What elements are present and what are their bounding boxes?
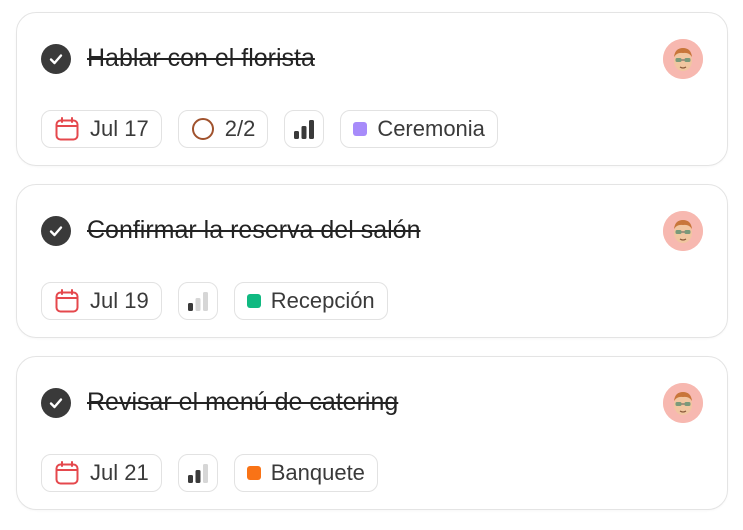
task-meta: Jul 17 2/2 Ceremonia [41, 109, 498, 149]
tag-color-swatch [246, 466, 261, 480]
tag-label: Recepción [270, 288, 375, 313]
task-card[interactable]: Confirmar la reserva del salón Jul 19 Re… [16, 184, 728, 338]
task-card[interactable]: Hablar con el florista Jul 17 2/2 Ceremo… [16, 12, 728, 166]
completed-check-icon[interactable] [41, 44, 71, 74]
priority-chip[interactable] [177, 282, 218, 320]
completed-check-icon[interactable] [41, 216, 71, 246]
completed-check-icon[interactable] [41, 388, 71, 418]
priority-bars-icon [186, 462, 210, 484]
tag-label: Banquete [270, 460, 365, 485]
task-card[interactable]: Revisar el menú de catering Jul 21 Banqu… [16, 356, 728, 510]
due-date-chip[interactable]: Jul 21 [41, 454, 162, 492]
task-list: Hablar con el florista Jul 17 2/2 Ceremo… [0, 0, 743, 530]
due-date-label: Jul 21 [90, 460, 149, 485]
calendar-icon [54, 116, 80, 142]
due-date-label: Jul 17 [90, 116, 149, 141]
assignee-avatar[interactable] [663, 39, 703, 79]
due-date-chip[interactable]: Jul 19 [41, 282, 162, 320]
priority-chip[interactable] [284, 110, 325, 148]
tag-label: Ceremonia [377, 116, 485, 141]
task-meta: Jul 21 Banquete [41, 453, 378, 493]
due-date-label: Jul 19 [90, 288, 149, 313]
tag-chip[interactable]: Recepción [233, 282, 388, 320]
task-title[interactable]: Confirmar la reserva del salón [87, 213, 420, 247]
subtasks-chip[interactable]: 2/2 [177, 110, 269, 148]
calendar-icon [54, 288, 80, 314]
priority-bars-icon [186, 290, 210, 312]
progress-circle-icon [191, 117, 215, 141]
tag-color-swatch [246, 294, 261, 308]
priority-chip[interactable] [177, 454, 218, 492]
assignee-avatar[interactable] [663, 383, 703, 423]
calendar-icon [54, 460, 80, 486]
task-title[interactable]: Hablar con el florista [87, 41, 315, 75]
task-meta: Jul 19 Recepción [41, 281, 388, 321]
tag-color-swatch [353, 122, 368, 136]
task-title[interactable]: Revisar el menú de catering [87, 385, 398, 419]
subtasks-count: 2/2 [224, 116, 256, 141]
priority-bars-icon [292, 118, 316, 140]
assignee-avatar[interactable] [663, 211, 703, 251]
tag-chip[interactable]: Ceremonia [340, 110, 498, 148]
due-date-chip[interactable]: Jul 17 [41, 110, 162, 148]
tag-chip[interactable]: Banquete [233, 454, 378, 492]
